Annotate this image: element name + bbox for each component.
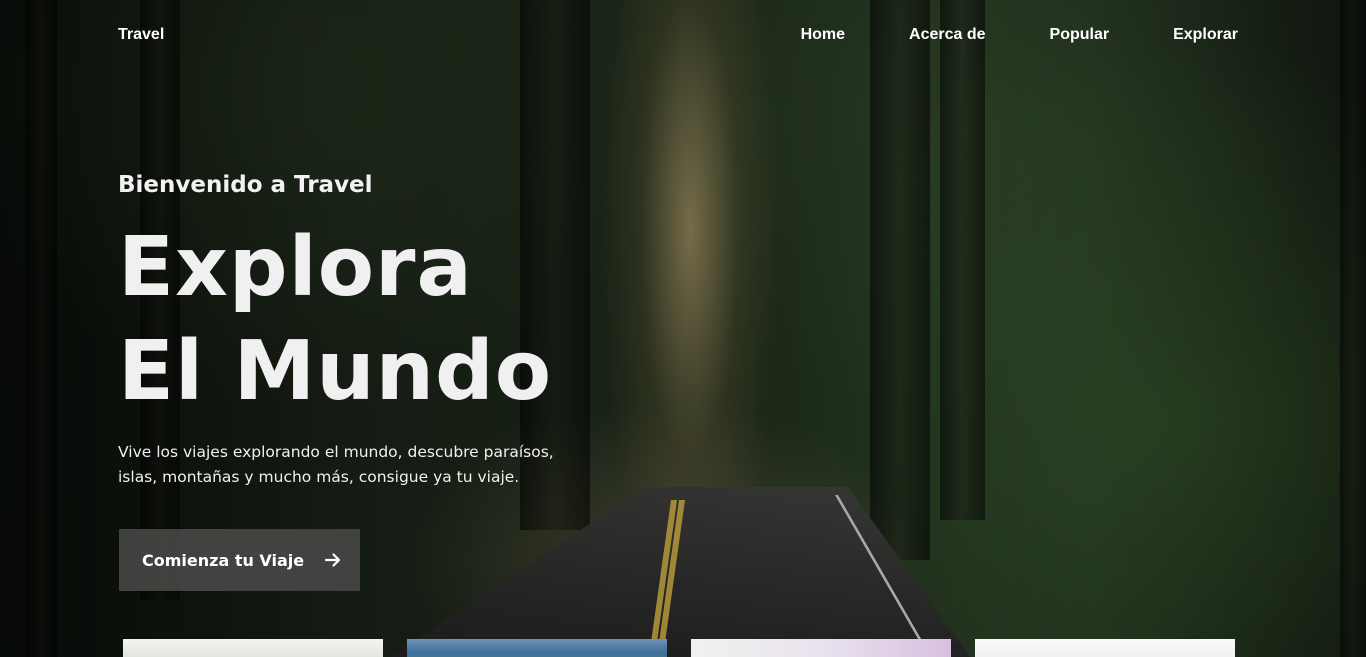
start-trip-button-label: Comienza tu Viaje bbox=[142, 550, 305, 570]
destination-card[interactable] bbox=[975, 639, 1235, 657]
nav-link-acerca-de[interactable]: Acerca de bbox=[909, 26, 986, 44]
main-nav: Home Acerca de Popular Explorar bbox=[801, 26, 1238, 44]
nav-logo[interactable]: Travel bbox=[118, 26, 164, 44]
nav-link-popular[interactable]: Popular bbox=[1050, 26, 1110, 44]
hero-title: Explora El Mundo bbox=[118, 216, 552, 424]
destination-card[interactable] bbox=[407, 639, 667, 657]
arrow-right-icon bbox=[324, 551, 342, 569]
hero-description: Vive los viajes explorando el mundo, des… bbox=[118, 443, 554, 486]
popular-cards-row bbox=[123, 639, 1235, 657]
nav-link-explorar[interactable]: Explorar bbox=[1173, 26, 1238, 44]
hero-title-line-2: El Mundo bbox=[118, 324, 553, 419]
start-trip-button[interactable]: Comienza tu Viaje bbox=[119, 529, 360, 591]
hero-subtitle: Bienvenido a Travel bbox=[118, 172, 373, 198]
nav-link-home[interactable]: Home bbox=[801, 26, 845, 44]
destination-card[interactable] bbox=[123, 639, 383, 657]
destination-card[interactable] bbox=[691, 639, 951, 657]
hero-title-line-1: Explora bbox=[118, 220, 473, 315]
